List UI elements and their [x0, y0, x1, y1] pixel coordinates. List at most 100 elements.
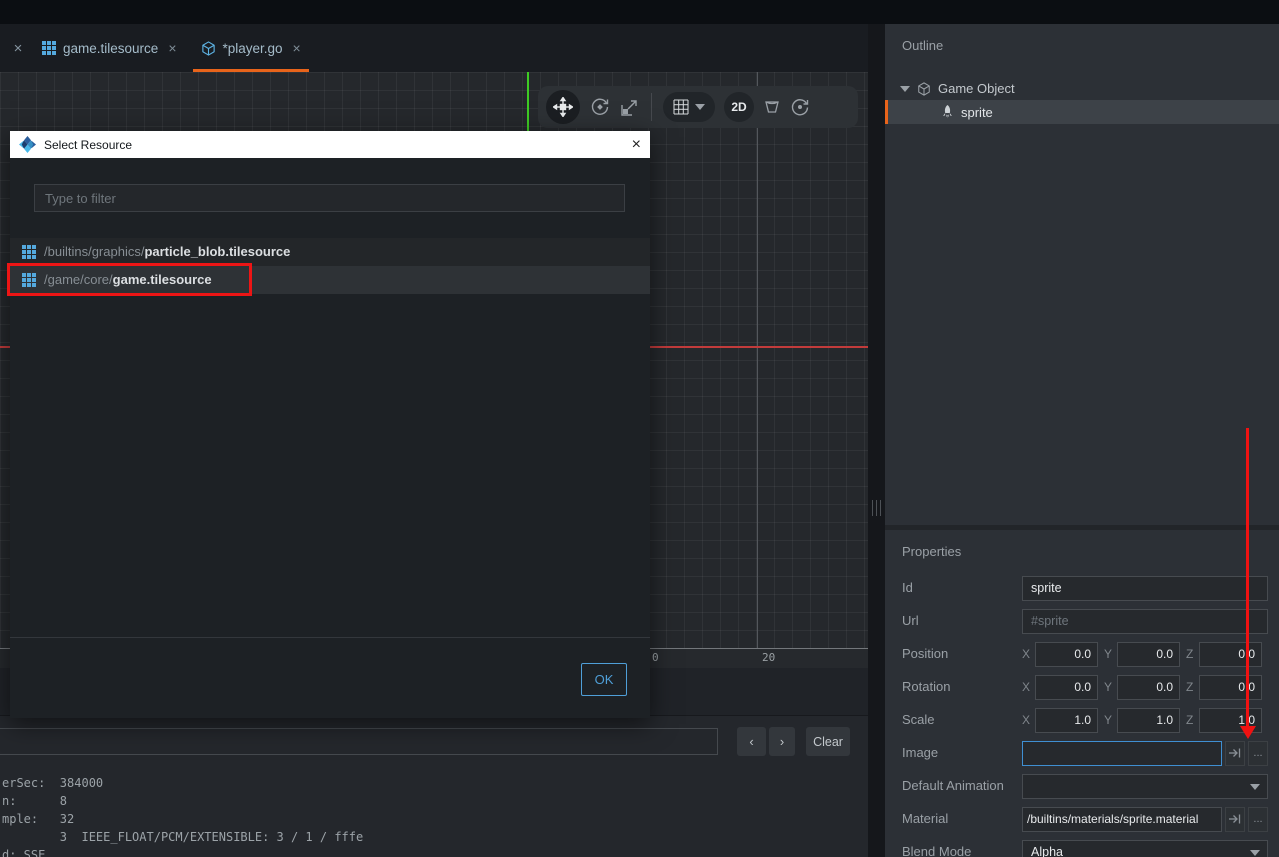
major-gridline: [757, 72, 758, 668]
reset-camera-icon[interactable]: [790, 97, 810, 117]
annotation-arrow-head-icon: [1240, 726, 1256, 739]
tab-game-tilesource[interactable]: game.tilesource ×: [30, 24, 189, 72]
editor-window: × game.tilesource ×: [0, 0, 1279, 857]
right-panel: Outline Game Object: [885, 24, 1279, 857]
select-resource-dialog: Select Resource × /builtins/graphics/par…: [10, 131, 650, 718]
console-output: erSec: 384000 n: 8 mple: 32 3 IEEE_FLOAT…: [2, 774, 862, 857]
scene-toolbar: 2D: [538, 86, 858, 128]
material-browse-button[interactable]: ...: [1248, 807, 1268, 832]
outline-item-sprite[interactable]: sprite: [885, 100, 1279, 124]
tree-expand-caret-icon[interactable]: [900, 86, 910, 92]
frustum-culling-icon[interactable]: [763, 98, 781, 116]
resource-name: particle_blob.tilesource: [144, 244, 290, 259]
property-row-id: Id: [885, 575, 1279, 601]
property-label: Blend Mode: [902, 839, 971, 857]
ok-button[interactable]: OK: [581, 663, 627, 696]
console-line: 3 IEEE_FLOAT/PCM/EXTENSIBLE: 3 / 1 / fff…: [2, 828, 862, 846]
console-panel: ‹ › Clear erSec: 384000 n: 8 mple: 32 3 …: [0, 715, 868, 857]
defold-logo-icon: [19, 136, 36, 153]
position-x-field[interactable]: [1035, 642, 1098, 667]
tab-player-go[interactable]: *player.go ×: [189, 24, 313, 72]
image-field[interactable]: [1022, 741, 1222, 766]
outline-title: Outline: [902, 38, 943, 53]
toolbar-divider: [651, 93, 652, 121]
console-line: n: 8: [2, 792, 862, 810]
sprite-icon: [941, 105, 954, 119]
scale-y-field[interactable]: [1117, 708, 1180, 733]
property-row-position: Position X Y Z: [885, 641, 1279, 667]
rotation-x-field[interactable]: [1035, 675, 1098, 700]
console-line: d: SSE: [2, 846, 862, 857]
axis-z-label: Z: [1186, 680, 1199, 694]
id-field[interactable]: [1022, 576, 1268, 601]
property-row-blend-mode: Blend Mode Alpha: [885, 839, 1279, 857]
y-axis-line: [527, 72, 529, 131]
outline-item-label: sprite: [961, 105, 993, 120]
console-search-input[interactable]: [0, 728, 718, 755]
ruler-tick-20: 20: [762, 651, 775, 664]
console-clear-button[interactable]: Clear: [806, 727, 850, 756]
property-row-default-animation: Default Animation: [885, 773, 1279, 799]
property-label: Default Animation: [902, 773, 1004, 799]
material-field[interactable]: [1022, 807, 1222, 832]
url-field[interactable]: [1022, 609, 1268, 634]
outline-panel: Outline Game Object: [885, 24, 1279, 525]
blend-mode-select[interactable]: Alpha: [1022, 840, 1268, 857]
axis-x-label: X: [1022, 680, 1035, 694]
property-label: Image: [902, 740, 938, 766]
dialog-title: Select Resource: [44, 138, 132, 152]
2d-mode-button[interactable]: 2D: [724, 92, 754, 122]
properties-title: Properties: [902, 544, 961, 559]
select-value: Alpha: [1031, 845, 1063, 857]
game-object-icon: [201, 41, 216, 56]
image-browse-button[interactable]: ...: [1248, 741, 1268, 766]
grid-toggle-button[interactable]: [663, 92, 715, 122]
axis-y-label: Y: [1104, 680, 1117, 694]
rotate-tool-button[interactable]: [589, 96, 611, 118]
property-row-scale: Scale X Y Z: [885, 707, 1279, 733]
resource-filter-input[interactable]: [34, 184, 625, 212]
tab-label: *player.go: [223, 41, 283, 56]
outline-item-game-object[interactable]: Game Object: [885, 77, 1279, 100]
property-label: Rotation: [902, 674, 950, 700]
material-open-resource-icon[interactable]: [1225, 807, 1245, 832]
rotation-y-field[interactable]: [1117, 675, 1180, 700]
splitter-grip[interactable]: [872, 500, 881, 516]
console-prev-button[interactable]: ‹: [737, 727, 766, 756]
scale-x-field[interactable]: [1035, 708, 1098, 733]
property-row-rotation: Rotation X Y Z: [885, 674, 1279, 700]
dialog-footer: OK: [10, 637, 650, 718]
property-row-image: Image ...: [885, 740, 1279, 766]
overflow-tab-close-icon[interactable]: ×: [6, 40, 30, 57]
axis-z-label: Z: [1186, 647, 1199, 661]
grid-dropdown-caret-icon[interactable]: [695, 104, 705, 110]
property-label: Position: [902, 641, 948, 667]
dialog-titlebar: Select Resource ×: [10, 131, 650, 158]
panel-splitter[interactable]: [868, 24, 885, 857]
position-y-field[interactable]: [1117, 642, 1180, 667]
property-label: Url: [902, 608, 919, 634]
ruler-tick-0: 0: [652, 651, 659, 664]
tab-close-icon[interactable]: ×: [293, 40, 301, 56]
dropdown-caret-icon[interactable]: [1250, 850, 1260, 856]
position-z-field[interactable]: [1199, 642, 1262, 667]
grid-icon: [673, 99, 689, 115]
dialog-close-icon[interactable]: ×: [632, 137, 641, 153]
property-row-material: Material ...: [885, 806, 1279, 832]
default-animation-select[interactable]: [1022, 774, 1268, 799]
axis-z-label: Z: [1186, 713, 1199, 727]
scale-tool-button[interactable]: [620, 97, 640, 117]
resource-item-particle-blob[interactable]: /builtins/graphics/particle_blob.tilesou…: [10, 238, 650, 266]
property-label: Scale: [902, 707, 935, 733]
tab-label: game.tilesource: [63, 41, 158, 56]
console-next-button[interactable]: ›: [769, 727, 795, 756]
axis-x-label: X: [1022, 647, 1035, 661]
axis-x-label: X: [1022, 713, 1035, 727]
move-tool-button[interactable]: [546, 90, 580, 124]
axis-y-label: Y: [1104, 647, 1117, 661]
tab-close-icon[interactable]: ×: [168, 40, 176, 56]
dropdown-caret-icon[interactable]: [1250, 784, 1260, 790]
image-open-resource-icon[interactable]: [1225, 741, 1245, 766]
rotation-z-field[interactable]: [1199, 675, 1262, 700]
annotation-arrow-line: [1246, 428, 1249, 727]
